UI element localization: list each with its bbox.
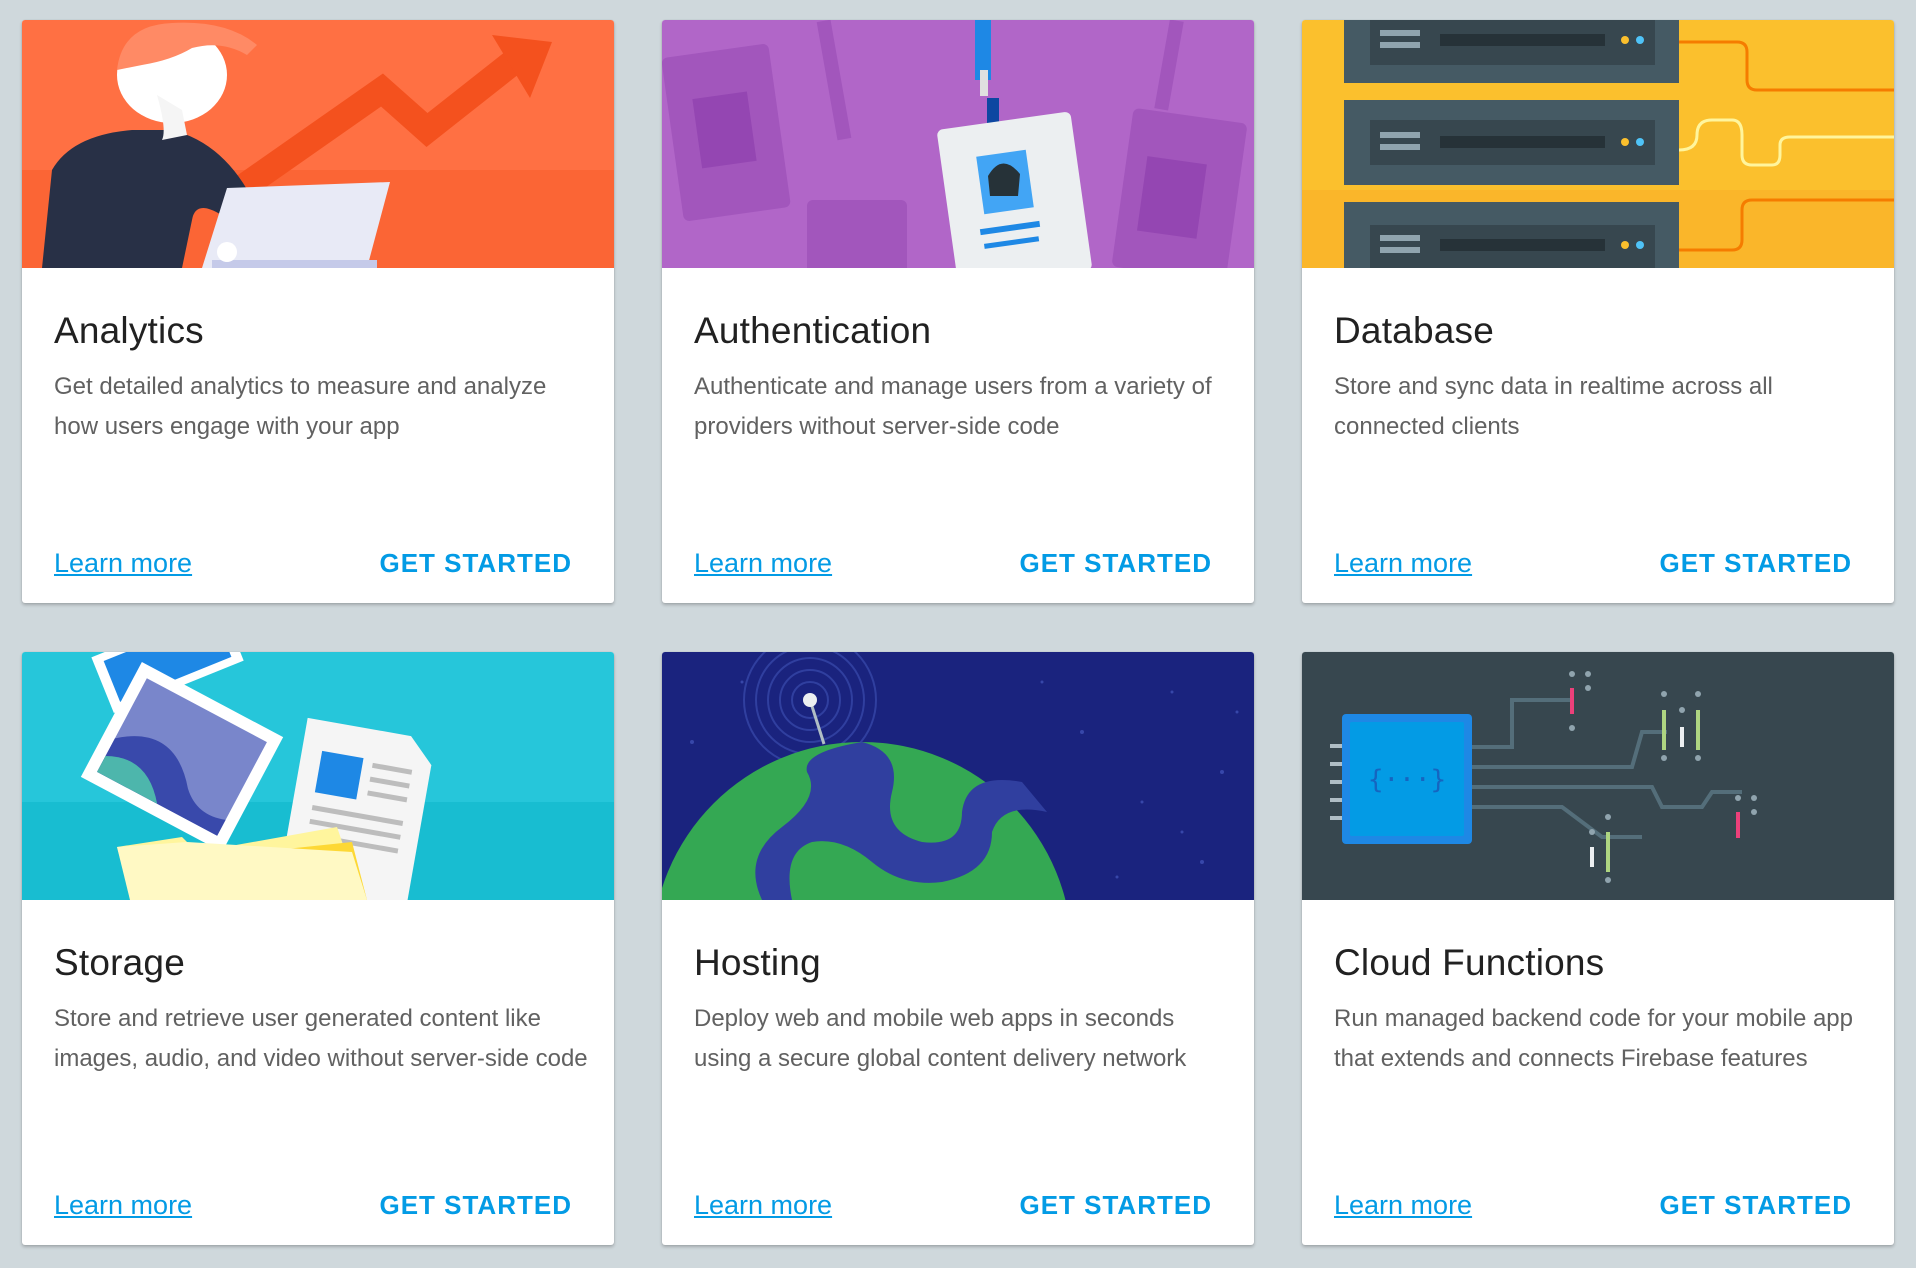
card-actions: Learn more GET STARTED <box>1334 1190 1852 1221</box>
analytics-illustration <box>22 20 614 268</box>
card-title: Analytics <box>54 310 204 351</box>
get-started-button[interactable]: GET STARTED <box>1019 548 1212 579</box>
svg-text:{···}: {···} <box>1368 765 1446 795</box>
get-started-button[interactable]: GET STARTED <box>1019 1190 1212 1221</box>
card-title: Authentication <box>694 310 932 351</box>
hosting-card: Hosting Deploy web and mobile web apps i… <box>662 652 1254 1245</box>
card-description: Run managed backend code for your mobile… <box>1334 1005 1853 1072</box>
card-title: Cloud Functions <box>1334 942 1605 983</box>
card-title: Storage <box>54 942 185 983</box>
photos-documents-folder-icon <box>22 652 614 900</box>
card-actions: Learn more GET STARTED <box>694 1190 1212 1221</box>
storage-card: Storage Store and retrieve user generate… <box>22 652 614 1245</box>
learn-more-link[interactable]: Learn more <box>54 548 192 579</box>
learn-more-link[interactable]: Learn more <box>694 548 832 579</box>
authentication-card: Authentication Authenticate and manage u… <box>662 20 1254 603</box>
card-description: Get detailed analytics to measure and an… <box>54 373 547 440</box>
card-description: Store and retrieve user generated conten… <box>54 1005 588 1072</box>
analytics-card: Analytics Get detailed analytics to meas… <box>22 20 614 603</box>
card-actions: Learn more GET STARTED <box>54 548 572 579</box>
globe-antenna-icon <box>662 652 1254 900</box>
cloud-functions-card: {···} Cloud Functions Run managed backen… <box>1302 652 1894 1245</box>
card-title: Database <box>1334 310 1494 351</box>
hosting-illustration <box>662 652 1254 900</box>
database-illustration <box>1302 20 1894 268</box>
product-cards-grid: Analytics Get detailed analytics to meas… <box>22 20 1894 1245</box>
get-started-button[interactable]: GET STARTED <box>1659 548 1852 579</box>
card-title: Hosting <box>694 942 821 983</box>
get-started-button[interactable]: GET STARTED <box>379 1190 572 1221</box>
server-racks-icon <box>1302 20 1894 268</box>
person-laptop-trend-icon <box>22 20 614 268</box>
id-badge-icon <box>662 20 1254 268</box>
card-description: Authenticate and manage users from a var… <box>694 373 1212 440</box>
card-actions: Learn more GET STARTED <box>694 548 1212 579</box>
learn-more-link[interactable]: Learn more <box>694 1190 832 1221</box>
database-card: Database Store and sync data in realtime… <box>1302 20 1894 603</box>
authentication-illustration <box>662 20 1254 268</box>
learn-more-link[interactable]: Learn more <box>1334 548 1472 579</box>
learn-more-link[interactable]: Learn more <box>1334 1190 1472 1221</box>
card-actions: Learn more GET STARTED <box>1334 548 1852 579</box>
card-description: Deploy web and mobile web apps in second… <box>694 1005 1187 1072</box>
storage-illustration <box>22 652 614 900</box>
card-actions: Learn more GET STARTED <box>54 1190 572 1221</box>
get-started-button[interactable]: GET STARTED <box>1659 1190 1852 1221</box>
chip-circuit-icon: {···} <box>1302 652 1894 900</box>
get-started-button[interactable]: GET STARTED <box>379 548 572 579</box>
learn-more-link[interactable]: Learn more <box>54 1190 192 1221</box>
card-description: Store and sync data in realtime across a… <box>1334 373 1773 440</box>
cloud-functions-illustration: {···} <box>1302 652 1894 900</box>
